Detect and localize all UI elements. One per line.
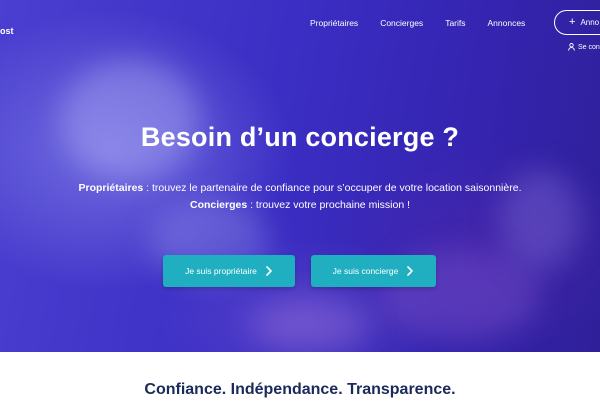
plus-icon: + <box>569 16 576 28</box>
login-link[interactable]: Se con <box>568 43 600 51</box>
concierges-text: : trouvez votre prochaine mission ! <box>247 199 410 211</box>
hero-section: ost Propriétaires Concierges Tarifs Anno… <box>0 0 600 352</box>
hero-subtitle-owners: Propriétaires : trouvez le partenaire de… <box>0 182 600 194</box>
owner-button[interactable]: Je suis propriétaire <box>163 255 295 287</box>
main-nav: Propriétaires Concierges Tarifs Annonces <box>310 18 547 28</box>
hero-subtitle-concierges: Concierges : trouvez votre prochaine mis… <box>0 199 600 211</box>
owners-text: : trouvez le partenaire de confiance pou… <box>143 182 522 194</box>
chevron-right-icon <box>266 266 272 276</box>
owner-button-label: Je suis propriétaire <box>185 266 257 276</box>
nav-link-annonces[interactable]: Annonces <box>488 18 526 28</box>
chevron-right-icon <box>407 266 414 276</box>
user-icon <box>568 43 575 51</box>
site-logo-text: ost <box>0 26 14 36</box>
nav-link-concierges[interactable]: Concierges <box>380 18 423 28</box>
nav-link-proprietaires[interactable]: Propriétaires <box>310 18 358 28</box>
site-logo[interactable]: ost <box>0 26 14 36</box>
hero-title: Besoin d’un concierge ? <box>140 122 460 152</box>
nav-link-tarifs[interactable]: Tarifs <box>445 18 465 28</box>
concierges-label: Concierges <box>189 199 248 211</box>
background-photo-blur <box>60 60 200 180</box>
concierge-button-label: Je suis concierge <box>332 266 399 276</box>
concierge-button[interactable]: Je suis concierge <box>311 255 436 287</box>
section-tagline: Confiance. Indépendance. Transparence. <box>144 381 456 398</box>
post-announcement-button[interactable]: + Anno <box>554 10 600 35</box>
login-label: Se con <box>578 43 600 51</box>
post-announcement-label: Anno <box>580 18 600 27</box>
background-photo-blur <box>250 300 370 350</box>
owners-label: Propriétaires <box>78 182 144 194</box>
